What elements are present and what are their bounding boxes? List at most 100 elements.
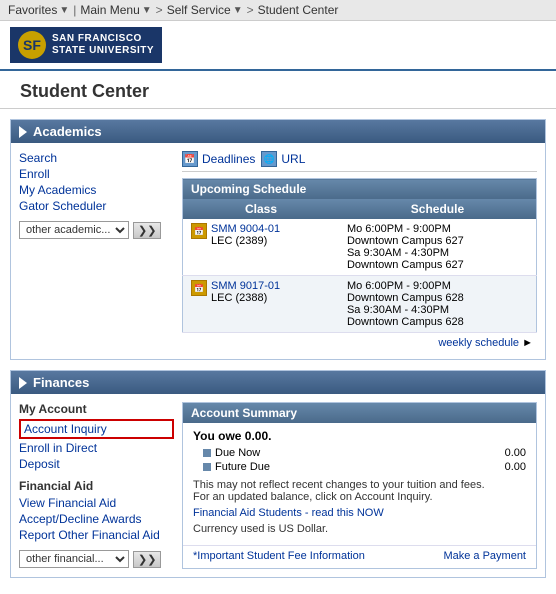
- bullet-icon-2: [203, 463, 211, 471]
- selfservice-nav[interactable]: Self Service ▼: [167, 3, 243, 17]
- deadlines-tab[interactable]: 📅 Deadlines: [182, 151, 255, 167]
- academics-go-button[interactable]: ❯❯: [133, 222, 161, 239]
- mainmenu-nav[interactable]: Main Menu ▼: [80, 3, 151, 17]
- table-row: 📅 SMM 9017-01 LEC (2388) Mo 6:00PM - 9:0…: [183, 276, 537, 333]
- finances-go-button[interactable]: ❯❯: [133, 551, 161, 568]
- academics-right: 📅 Deadlines 🌐 URL Upcoming Schedule: [182, 151, 537, 351]
- class-type-2: LEC (2388): [211, 292, 267, 304]
- financial-aid-students-link[interactable]: Financial Aid Students - read this NOW: [193, 507, 384, 519]
- fin-aid-notice-link: Financial Aid Students - read this NOW: [193, 507, 526, 519]
- finances-dropdown-row: other financial... ❯❯: [19, 550, 174, 568]
- url-tab[interactable]: 🌐 URL: [261, 151, 305, 167]
- class-icon: 📅: [191, 223, 207, 239]
- you-owe-label: You owe 0.00.: [193, 429, 526, 443]
- search-link[interactable]: Search: [19, 151, 174, 165]
- academics-section: Academics Search Enroll My Academics Gat…: [10, 119, 546, 360]
- finances-section-header: Finances: [11, 371, 545, 394]
- academics-left: Search Enroll My Academics Gator Schedul…: [19, 151, 174, 351]
- finances-body: My Account Account Inquiry Enroll in Dir…: [11, 394, 545, 577]
- academics-dropdown[interactable]: other academic...: [19, 221, 129, 239]
- due-now-label: Due Now: [215, 447, 480, 459]
- student-fee-info-link[interactable]: *Important Student Fee Information: [193, 550, 365, 562]
- finances-title: Finances: [33, 375, 89, 390]
- bullet-icon-1: [203, 449, 211, 457]
- logo-bar: SF San Francisco State University: [0, 21, 556, 71]
- schedule-cell-2: Mo 6:00PM - 9:00PM Downtown Campus 628 S…: [339, 276, 537, 333]
- future-due-amount: 0.00: [486, 461, 526, 473]
- finances-layout: My Account Account Inquiry Enroll in Dir…: [19, 402, 537, 569]
- url-label: URL: [281, 152, 305, 166]
- finances-dropdown[interactable]: other financial...: [19, 550, 129, 568]
- sep3: >: [247, 3, 254, 17]
- selfservice-link[interactable]: Self Service: [167, 3, 231, 17]
- due-now-amount: 0.00: [486, 447, 526, 459]
- account-summary-header: Account Summary: [183, 403, 536, 423]
- view-financial-aid-link[interactable]: View Financial Aid: [19, 496, 174, 510]
- class-col-header: Class: [183, 199, 339, 219]
- sep1: |: [73, 3, 76, 17]
- academics-triangle-icon: [19, 126, 27, 138]
- academics-dropdown-row: other academic... ❯❯: [19, 221, 174, 239]
- schedule-table-title: Upcoming Schedule: [183, 179, 537, 200]
- weekly-schedule-link[interactable]: weekly schedule: [438, 337, 519, 349]
- academics-links: Search Enroll My Academics Gator Schedul…: [19, 151, 174, 213]
- finances-left: My Account Account Inquiry Enroll in Dir…: [19, 402, 174, 569]
- balance-future-due: Future Due 0.00: [203, 461, 526, 473]
- logo-icon: SF: [18, 31, 46, 59]
- academics-section-header: Academics: [11, 120, 545, 143]
- favorites-arrow: ▼: [59, 5, 69, 16]
- schedule-table: Upcoming Schedule Class Schedule 📅: [182, 178, 537, 333]
- selfservice-arrow: ▼: [233, 5, 243, 16]
- favorites-link[interactable]: Favorites: [8, 3, 57, 17]
- currency-note: Currency used is US Dollar.: [193, 523, 526, 535]
- weekly-schedule-row: weekly schedule ►: [182, 333, 537, 351]
- gator-scheduler-link[interactable]: Gator Scheduler: [19, 199, 174, 213]
- financial-aid-links: View Financial Aid Accept/Decline Awards…: [19, 496, 174, 542]
- academics-tabs: 📅 Deadlines 🌐 URL: [182, 151, 537, 172]
- page-title-bar: Student Center: [0, 71, 556, 109]
- top-navigation: Favorites ▼ | Main Menu ▼ > Self Service…: [0, 0, 556, 21]
- class-cell: 📅 SMM 9004-01 LEC (2389): [183, 219, 339, 276]
- balance-due-now: Due Now 0.00: [203, 447, 526, 459]
- sep2: >: [156, 3, 163, 17]
- account-summary-box: Account Summary You owe 0.00. Due Now 0.…: [182, 402, 537, 569]
- schedule-cell-1: Mo 6:00PM - 9:00PM Downtown Campus 627 S…: [339, 219, 537, 276]
- enroll-link[interactable]: Enroll: [19, 167, 174, 181]
- make-payment-link[interactable]: Make a Payment: [443, 550, 526, 562]
- page-title: Student Center: [20, 81, 536, 102]
- finances-section: Finances My Account Account Inquiry Enro…: [10, 370, 546, 578]
- enroll-direct-link[interactable]: Enroll in Direct: [19, 441, 174, 455]
- favorites-nav[interactable]: Favorites ▼: [8, 3, 69, 17]
- mainmenu-link[interactable]: Main Menu: [80, 3, 139, 17]
- university-logo: SF San Francisco State University: [10, 27, 162, 63]
- my-academics-link[interactable]: My Academics: [19, 183, 174, 197]
- table-row: 📅 SMM 9004-01 LEC (2389) Mo 6:00PM - 9:0…: [183, 219, 537, 276]
- class-link-1[interactable]: SMM 9004-01: [211, 223, 280, 235]
- academics-body: Search Enroll My Academics Gator Schedul…: [11, 143, 545, 359]
- finances-triangle-icon: [19, 377, 27, 389]
- deadlines-icon: 📅: [182, 151, 198, 167]
- financial-aid-title: Financial Aid: [19, 479, 174, 493]
- studentcenter-label: Student Center: [258, 3, 339, 17]
- report-other-fin-link[interactable]: Report Other Financial Aid: [19, 528, 174, 542]
- class-type-1: LEC (2389): [211, 235, 267, 247]
- my-account-title: My Account: [19, 402, 174, 416]
- academics-title: Academics: [33, 124, 102, 139]
- finances-right: Account Summary You owe 0.00. Due Now 0.…: [182, 402, 537, 569]
- deposit-link[interactable]: Deposit: [19, 457, 174, 471]
- class-icon-2: 📅: [191, 280, 207, 296]
- class-cell-2: 📅 SMM 9017-01 LEC (2388): [183, 276, 339, 333]
- account-inquiry-link[interactable]: Account Inquiry: [19, 419, 174, 439]
- academics-layout: Search Enroll My Academics Gator Schedul…: [19, 151, 537, 351]
- url-icon: 🌐: [261, 151, 277, 167]
- weekly-schedule-arrow: ►: [522, 337, 533, 349]
- class-link-2[interactable]: SMM 9017-01: [211, 280, 280, 292]
- notice-text: This may not reflect recent changes to y…: [193, 479, 526, 503]
- bottom-links: *Important Student Fee Information Make …: [183, 545, 536, 568]
- finances-account-links: Account Inquiry Enroll in Direct Deposit: [19, 419, 174, 471]
- accept-decline-link[interactable]: Accept/Decline Awards: [19, 512, 174, 526]
- balance-list: Due Now 0.00 Future Due 0.00: [203, 447, 526, 473]
- university-name: San Francisco State University: [52, 33, 154, 57]
- schedule-col-header: Schedule: [339, 199, 537, 219]
- deadlines-label: Deadlines: [202, 152, 255, 166]
